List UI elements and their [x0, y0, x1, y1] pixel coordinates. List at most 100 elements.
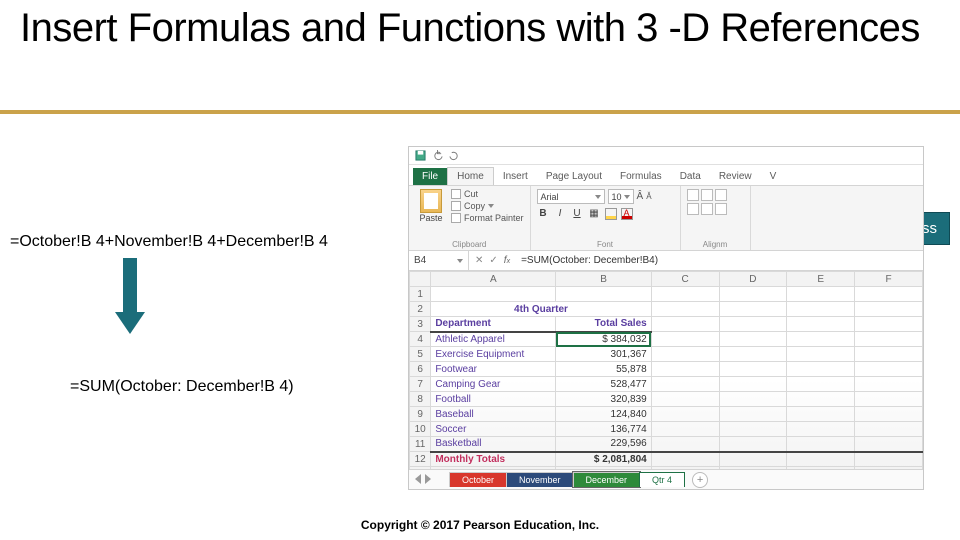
tab-view[interactable]: V: [761, 168, 786, 185]
sheet-title: 4th Quarter: [431, 302, 651, 317]
sheet-tab-bar: October November December Qtr 4 +: [409, 469, 923, 489]
enter-icon[interactable]: ✓: [489, 255, 497, 266]
ribbon-group-alignment: Alignm: [681, 186, 751, 250]
column-header-sales: Total Sales: [556, 317, 651, 332]
worksheet-grid[interactable]: A B C D E F 1 24th Quarter 3DepartmentTo…: [409, 271, 923, 469]
excel-screenshot: File Home Insert Page Layout Formulas Da…: [408, 146, 924, 490]
cell[interactable]: Exercise Equipment: [431, 347, 556, 362]
name-box[interactable]: B4: [409, 251, 469, 270]
tab-home[interactable]: Home: [447, 167, 494, 185]
cell[interactable]: Athletic Apparel: [431, 332, 556, 347]
copy-button[interactable]: Copy: [451, 201, 524, 211]
brush-icon: [451, 213, 461, 223]
row-header[interactable]: 6: [410, 362, 431, 377]
col-header[interactable]: E: [787, 272, 855, 287]
cell[interactable]: 528,477: [556, 377, 651, 392]
font-color-button[interactable]: A: [621, 208, 633, 220]
italic-button[interactable]: I: [554, 207, 567, 220]
font-name-select[interactable]: Arial: [537, 189, 605, 204]
clipboard-group-label: Clipboard: [415, 240, 524, 249]
col-header[interactable]: F: [855, 272, 923, 287]
scissors-icon: [451, 189, 461, 199]
sheet-tab-qtr4[interactable]: Qtr 4: [639, 472, 685, 487]
down-arrow-icon: [115, 258, 145, 338]
cell[interactable]: Baseball: [431, 407, 556, 422]
long-formula-text: =October!B 4+November!B 4+December!B 4: [10, 233, 328, 251]
cell[interactable]: 55,878: [556, 362, 651, 377]
sheet-tab-october[interactable]: October: [449, 472, 507, 487]
selected-cell[interactable]: $ 384,032: [556, 332, 651, 347]
shrink-font-icon[interactable]: Ǎ: [646, 192, 651, 201]
row-header[interactable]: 11: [410, 437, 431, 452]
slide-title-band: Insert Formulas and Functions with 3 -D …: [20, 6, 940, 108]
cell[interactable]: 301,367: [556, 347, 651, 362]
sheet-tab-december[interactable]: December: [573, 472, 641, 487]
select-all-corner[interactable]: [410, 272, 431, 287]
underline-button[interactable]: U: [571, 207, 584, 220]
new-sheet-button[interactable]: +: [692, 472, 708, 488]
ribbon-group-clipboard: Paste Cut Copy Format Painter Clipboard: [409, 186, 531, 250]
copy-icon: [451, 201, 461, 211]
row-header[interactable]: 1: [410, 287, 431, 302]
cell[interactable]: Soccer: [431, 422, 556, 437]
cell[interactable]: Football: [431, 392, 556, 407]
row-header[interactable]: 9: [410, 407, 431, 422]
row-header[interactable]: 10: [410, 422, 431, 437]
format-painter-button[interactable]: Format Painter: [451, 213, 524, 223]
cell[interactable]: 136,774: [556, 422, 651, 437]
short-formula-text: =SUM(October: December!B 4): [70, 378, 294, 396]
cell[interactable]: 320,839: [556, 392, 651, 407]
slide-title: Insert Formulas and Functions with 3 -D …: [20, 6, 940, 50]
row-header[interactable]: 12: [410, 452, 431, 467]
alignment-buttons[interactable]: [687, 189, 744, 215]
ribbon-tabs: File Home Insert Page Layout Formulas Da…: [409, 165, 923, 185]
tab-file[interactable]: File: [413, 168, 447, 185]
sheet-tab-november[interactable]: November: [506, 472, 574, 487]
border-button[interactable]: ▦: [588, 207, 601, 220]
ribbon-body: Paste Cut Copy Format Painter Clipboard …: [409, 185, 923, 251]
col-header[interactable]: D: [719, 272, 787, 287]
tab-review[interactable]: Review: [710, 168, 761, 185]
font-size-select[interactable]: 10: [608, 189, 634, 204]
paste-label: Paste: [419, 213, 442, 223]
ribbon-group-font: Arial 10 Â Ǎ B I U ▦ A Font: [531, 186, 681, 250]
row-header[interactable]: 7: [410, 377, 431, 392]
col-header[interactable]: A: [431, 272, 556, 287]
font-group-label: Font: [537, 240, 674, 249]
row-header[interactable]: 4: [410, 332, 431, 347]
totals-value[interactable]: $ 2,081,804: [556, 452, 651, 467]
paste-icon: [420, 189, 442, 213]
col-header[interactable]: B: [556, 272, 651, 287]
totals-label[interactable]: Monthly Totals: [431, 452, 556, 467]
grow-font-icon[interactable]: Â: [637, 191, 644, 202]
tab-insert[interactable]: Insert: [494, 168, 537, 185]
quick-access-toolbar: [409, 147, 923, 165]
cell[interactable]: Footwear: [431, 362, 556, 377]
tab-formulas[interactable]: Formulas: [611, 168, 671, 185]
alignment-group-label: Alignm: [687, 240, 744, 249]
paste-button[interactable]: Paste: [415, 189, 447, 223]
fx-icon[interactable]: fx: [504, 255, 510, 266]
cell[interactable]: Camping Gear: [431, 377, 556, 392]
cut-button[interactable]: Cut: [451, 189, 524, 199]
row-header[interactable]: 5: [410, 347, 431, 362]
save-icon[interactable]: [415, 150, 426, 161]
bold-button[interactable]: B: [537, 207, 550, 220]
cell[interactable]: Basketball: [431, 437, 556, 452]
formula-bar[interactable]: =SUM(October: December!B4): [516, 255, 923, 266]
fill-color-button[interactable]: [605, 208, 617, 220]
row-header[interactable]: 3: [410, 317, 431, 332]
tab-page-layout[interactable]: Page Layout: [537, 168, 611, 185]
col-header[interactable]: C: [651, 272, 719, 287]
cell[interactable]: 124,840: [556, 407, 651, 422]
cancel-icon[interactable]: ✕: [475, 255, 483, 266]
title-background-bar: [20, 68, 940, 114]
tab-data[interactable]: Data: [671, 168, 710, 185]
row-header[interactable]: 8: [410, 392, 431, 407]
cell[interactable]: 229,596: [556, 437, 651, 452]
redo-icon[interactable]: [449, 150, 460, 161]
row-header[interactable]: 2: [410, 302, 431, 317]
title-underline: [0, 110, 960, 114]
undo-icon[interactable]: [432, 150, 443, 161]
sheet-nav-arrows[interactable]: [415, 474, 431, 484]
